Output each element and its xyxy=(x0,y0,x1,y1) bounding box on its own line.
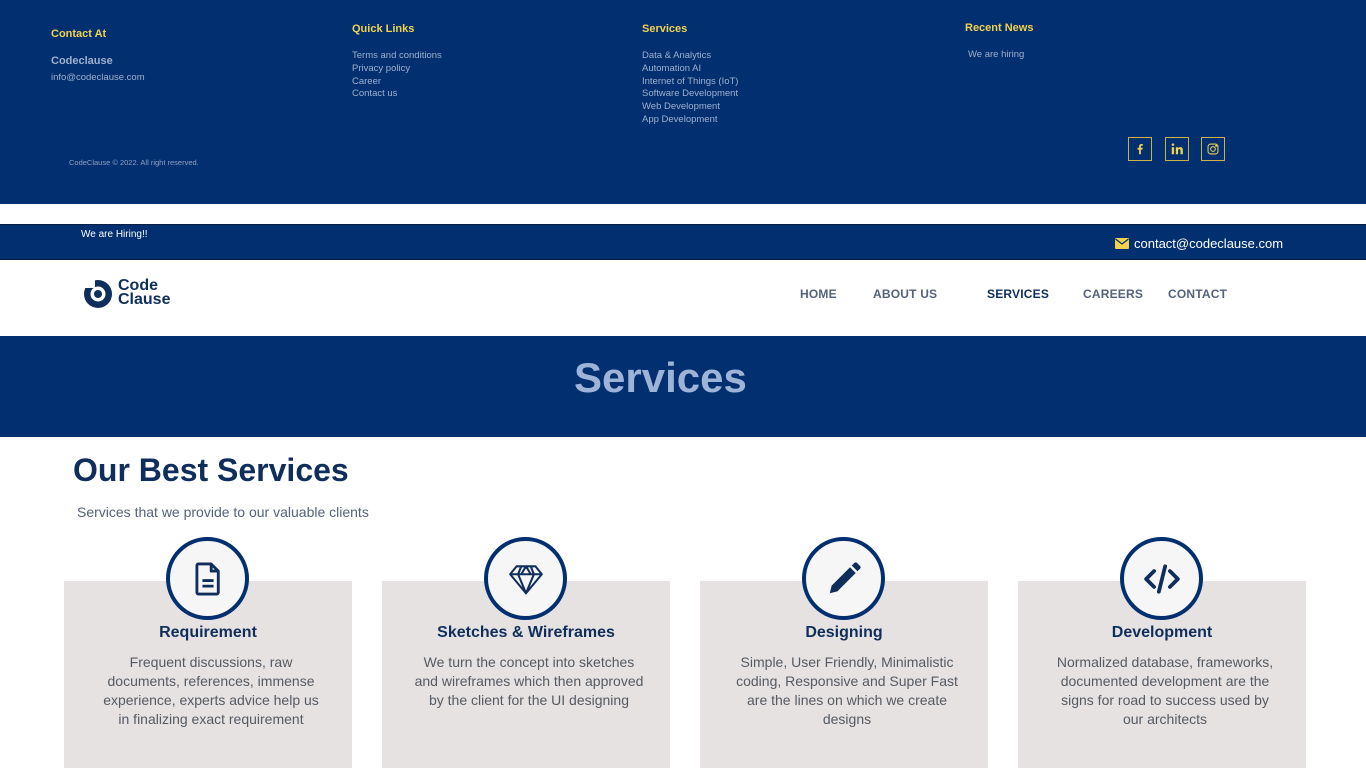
page-banner: Services xyxy=(0,336,1366,437)
top-bar: We are Hiring!! contact@codeclause.com xyxy=(0,224,1366,260)
service-card-title: Requirement xyxy=(159,624,257,641)
footer-news-link[interactable]: We are hiring xyxy=(968,49,1033,62)
section-gap xyxy=(0,204,1366,224)
logo-icon xyxy=(84,279,112,308)
instagram-icon[interactable] xyxy=(1201,137,1225,161)
nav-contact[interactable]: CONTACT xyxy=(1168,287,1227,301)
section-subtitle: Services that we provide to our valuable… xyxy=(77,504,369,520)
service-card-title: Sketches & Wireframes xyxy=(437,624,615,641)
diamond-icon xyxy=(484,537,567,620)
facebook-icon[interactable] xyxy=(1128,137,1152,161)
nav-home[interactable]: HOME xyxy=(800,287,837,301)
service-card-title: Designing xyxy=(805,624,883,641)
document-icon xyxy=(166,537,249,620)
service-card-text: Simple, User Friendly, Minimalistic codi… xyxy=(736,654,958,727)
footer-news-heading: Recent News xyxy=(965,22,1034,34)
footer-link-data-analytics[interactable]: Data & Analytics xyxy=(642,50,738,63)
pencil-icon xyxy=(802,537,885,620)
section-title: Our Best Services xyxy=(73,452,349,488)
page-title: Services xyxy=(574,354,747,401)
footer-services-heading: Services xyxy=(642,23,688,35)
footer-quick-links-column: Quick Links Terms and conditions Privacy… xyxy=(352,23,442,101)
topbar-email-link[interactable]: contact@codeclause.com xyxy=(1115,236,1283,251)
service-card-text: Frequent discussions, raw documents, ref… xyxy=(103,654,319,727)
envelope-icon xyxy=(1115,238,1129,249)
footer-link-automation-ai[interactable]: Automation AI xyxy=(642,63,738,76)
footer-contact-column: Contact At Codeclause info@codeclause.co… xyxy=(51,28,145,85)
footer-link-career[interactable]: Career xyxy=(352,76,442,89)
footer-link-web-dev[interactable]: Web Development xyxy=(642,101,738,114)
footer-link-app-dev[interactable]: App Development xyxy=(642,114,738,127)
footer-contact-heading: Contact At xyxy=(51,28,107,40)
hiring-notice[interactable]: We are Hiring!! xyxy=(81,229,148,240)
service-card-title: Development xyxy=(1111,624,1213,641)
footer-copyright: CodeClause © 2022. All right reserved. xyxy=(69,158,199,167)
linkedin-icon[interactable] xyxy=(1165,137,1189,161)
site-footer: Contact At Codeclause info@codeclause.co… xyxy=(0,0,1366,204)
nav-about-us[interactable]: ABOUT US xyxy=(873,287,937,301)
footer-quick-links-heading: Quick Links xyxy=(352,23,415,35)
service-card-text: Normalized database, frameworks, documen… xyxy=(1056,654,1274,727)
footer-link-privacy[interactable]: Privacy policy xyxy=(352,63,442,76)
footer-link-iot[interactable]: Internet of Things (IoT) xyxy=(642,76,738,89)
footer-news-column: Recent News We are hiring xyxy=(965,22,1033,62)
footer-link-software-dev[interactable]: Software Development xyxy=(642,88,738,101)
footer-link-terms[interactable]: Terms and conditions xyxy=(352,50,442,63)
footer-link-contact[interactable]: Contact us xyxy=(352,88,442,101)
logo-line-2: Clause xyxy=(118,291,171,308)
footer-brand-name: Codeclause xyxy=(51,55,113,67)
footer-email-link[interactable]: info@codeclause.com xyxy=(51,72,145,83)
logo-text: Code Clause xyxy=(118,278,171,308)
footer-services-column: Services Data & Analytics Automation AI … xyxy=(642,23,738,127)
nav-careers[interactable]: CAREERS xyxy=(1083,287,1143,301)
topbar-email-text: contact@codeclause.com xyxy=(1134,236,1284,251)
site-logo[interactable]: Code Clause xyxy=(82,277,170,309)
service-card-text: We turn the concept into sketches and wi… xyxy=(414,654,644,708)
main-navbar: Code Clause HOME ABOUT US SERVICES CAREE… xyxy=(0,260,1366,336)
nav-services[interactable]: SERVICES xyxy=(987,287,1049,301)
code-icon xyxy=(1120,537,1203,620)
